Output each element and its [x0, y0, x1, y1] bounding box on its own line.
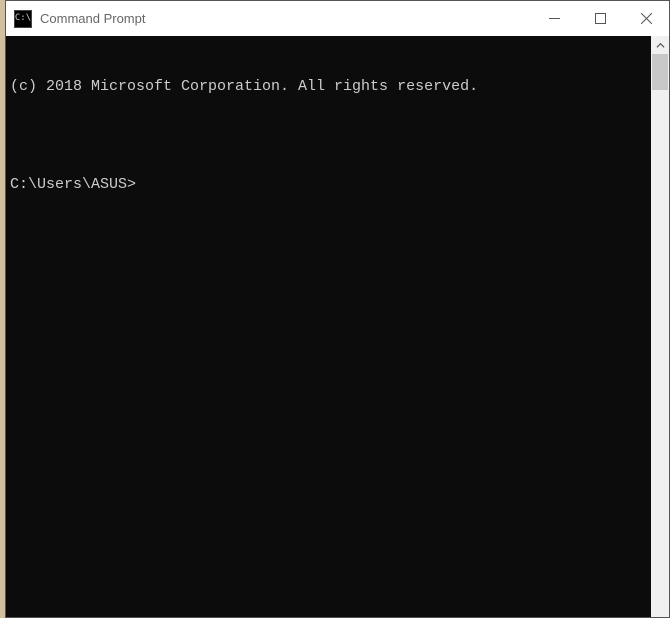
chevron-up-icon [656, 41, 665, 50]
vertical-scrollbar[interactable] [651, 36, 669, 617]
cursor [136, 175, 144, 191]
window-controls [531, 1, 669, 36]
scroll-thumb[interactable] [652, 54, 668, 90]
scroll-up-button[interactable] [651, 36, 669, 54]
terminal-output[interactable]: (c) 2018 Microsoft Corporation. All righ… [6, 36, 651, 617]
maximize-icon [595, 13, 606, 24]
minimize-icon [549, 13, 560, 24]
app-icon-label: C:\ [15, 14, 31, 23]
minimize-button[interactable] [531, 1, 577, 36]
maximize-button[interactable] [577, 1, 623, 36]
close-icon [641, 13, 652, 24]
window-title: Command Prompt [40, 11, 531, 26]
prompt-text: C:\Users\ASUS> [10, 175, 136, 195]
app-icon: C:\ [14, 10, 32, 28]
terminal-area: (c) 2018 Microsoft Corporation. All righ… [6, 36, 669, 617]
titlebar[interactable]: C:\ Command Prompt [6, 1, 669, 36]
close-button[interactable] [623, 1, 669, 36]
copyright-line: (c) 2018 Microsoft Corporation. All righ… [10, 77, 647, 97]
command-prompt-window: C:\ Command Prompt (c) 2018 Microsoft Co… [5, 0, 670, 618]
prompt-line: C:\Users\ASUS> [10, 175, 647, 195]
